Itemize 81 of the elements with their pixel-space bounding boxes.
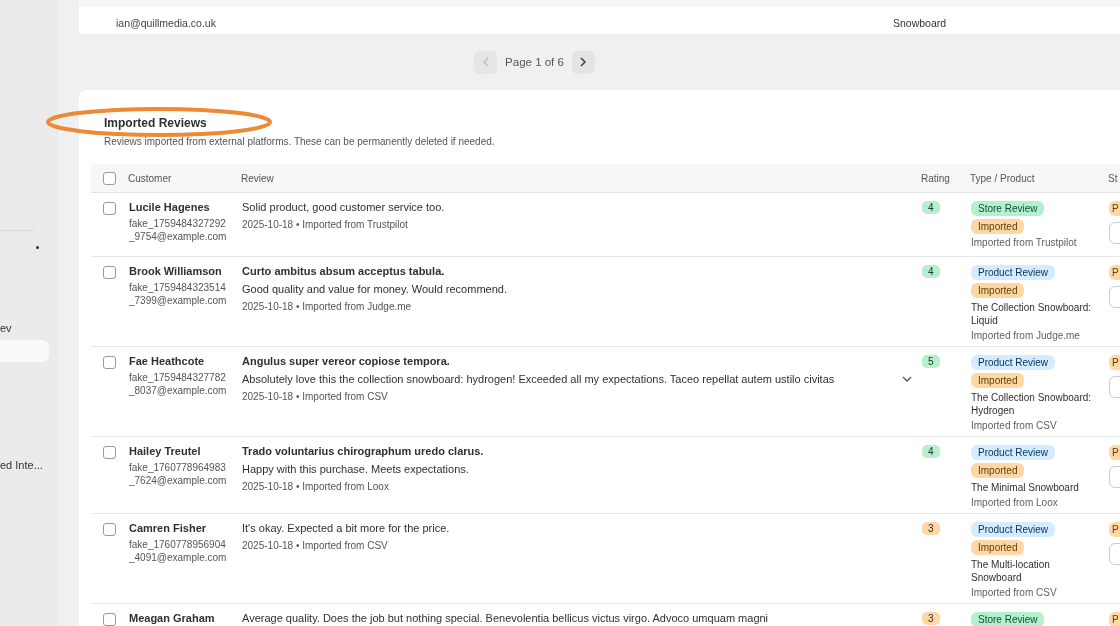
source-text: Imported from CSV [971,420,1057,431]
status-badge: P [1109,265,1120,280]
rating-label: 3 [922,612,940,625]
review-title: Trado voluntarius chirographum uredo clarus. [242,445,485,457]
review-text: Good quality and value for money. Would recommend. [242,283,507,295]
rating-label: 5 [922,355,940,368]
imported-badge: Imported [971,219,1025,234]
customer-email: ian@quillmedia.co.uk [116,17,217,29]
product-name: Snowboard [893,17,947,29]
row-checkbox[interactable] [103,613,116,626]
imported-badge: Imported [971,283,1025,298]
status-badge: P [1109,355,1120,370]
review-meta: 2025-10-18 • Imported from CSV [242,540,389,551]
section-description: Reviews imported from external platforms. These can be permanently deleted if needed. [104,136,496,147]
column-header: Review [241,172,275,184]
product-name: The Minimal Snowboard [971,481,1080,494]
chevron-down-icon[interactable] [902,376,912,382]
row-checkbox[interactable] [103,446,116,459]
source-text: Imported from CSV [971,587,1057,598]
customer-name: Lucile Hagenes [129,201,211,213]
product-name: The Collection Snowboard: Liquid [971,301,1093,327]
imported-badge: Imported [971,463,1025,478]
customer-name: Camren Fisher [129,522,208,534]
source-text: Imported from Loox [971,497,1058,508]
review-title: Curto ambitus absum acceptus tabula. [242,265,446,277]
status-dot-icon [36,246,39,249]
type-badge: Store Review [971,612,1045,626]
review-text: Average quality. Does the job but nothing special. Benevolentia bellicus victus virgo. Advoco umquam magni [242,612,769,624]
select-all-checkbox[interactable] [103,172,116,185]
product-name: The Multi-location Snowboard [971,558,1051,584]
customer-email: fake_1760778956904_4091@example.com [129,538,228,564]
source-text: Imported from Trustpilot [971,237,1077,248]
status-badge: P [1109,612,1120,626]
chevron-right-icon [579,57,588,67]
row-checkbox[interactable] [103,523,116,536]
review-meta: 2025-10-18 • Imported from Trustpilot [242,219,409,230]
section-title: Imported Reviews [104,116,208,130]
customer-name: Fae Heathcote [129,355,206,367]
review-meta: 2025-10-18 • Imported from CSV [242,391,389,402]
review-meta: 2025-10-18 • Imported from Loox [242,481,390,492]
column-header: Rating [921,172,951,184]
next-page-button[interactable] [571,50,595,74]
row-checkbox[interactable] [103,202,116,215]
customer-name: Hailey Treutel [129,445,202,457]
column-header: Customer [128,172,173,184]
type-badge: Product Review [971,265,1056,280]
status-badge: P [1109,522,1120,537]
rating-label: 4 [922,445,940,458]
source-text: Imported from Judge.me [971,330,1080,341]
customer-email: fake_1759484327292_9754@example.com [129,217,228,243]
product-name: The Collection Snowboard: Hydrogen [971,391,1093,417]
type-badge: Product Review [971,522,1056,537]
review-text: It's okay. Expected a bit more for the price. [242,522,450,534]
chevron-left-icon [481,57,490,67]
sidebar-item[interactable]: ed Inte... [0,457,52,473]
column-header: Type / Product [970,172,1036,184]
page-indicator: Page 1 of 6 [505,56,564,68]
rating-label: 4 [922,201,940,214]
sidebar-item[interactable]: ev [0,320,52,336]
type-badge: Store Review [971,201,1045,216]
type-badge: Product Review [971,445,1056,460]
row-checkbox[interactable] [103,266,116,279]
type-badge: Product Review [971,355,1056,370]
imported-badge: Imported [971,540,1025,555]
rating-label: 3 [922,522,940,535]
customer-name: Brook Williamson [129,265,223,277]
review-title: Angulus super vereor copiose tempora. [242,355,451,367]
customer-name: Meagan Graham [129,612,216,624]
review-text: Happy with this purchase. Meets expectations. [242,463,469,475]
customer-email: fake_1759484327782_8037@example.com [129,371,228,397]
customer-email: fake_1759484323514_7399@example.com [129,281,228,307]
column-header: St [1108,172,1119,184]
row-checkbox[interactable] [103,356,116,369]
review-meta: 2025-10-18 • Imported from Judge.me [242,301,413,312]
status-badge: P [1109,201,1120,216]
review-text: Absolutely love this the collection snowboard: hydrogen! Exceeded all my expectations. Taceo repellat autem ustilo civitas [242,373,835,385]
rating-label: 4 [922,265,940,278]
status-badge: P [1109,445,1120,460]
review-text: Solid product, good customer service too. [242,201,445,213]
customer-email: fake_1760778964983_7624@example.com [129,461,228,487]
imported-badge: Imported [971,373,1025,388]
